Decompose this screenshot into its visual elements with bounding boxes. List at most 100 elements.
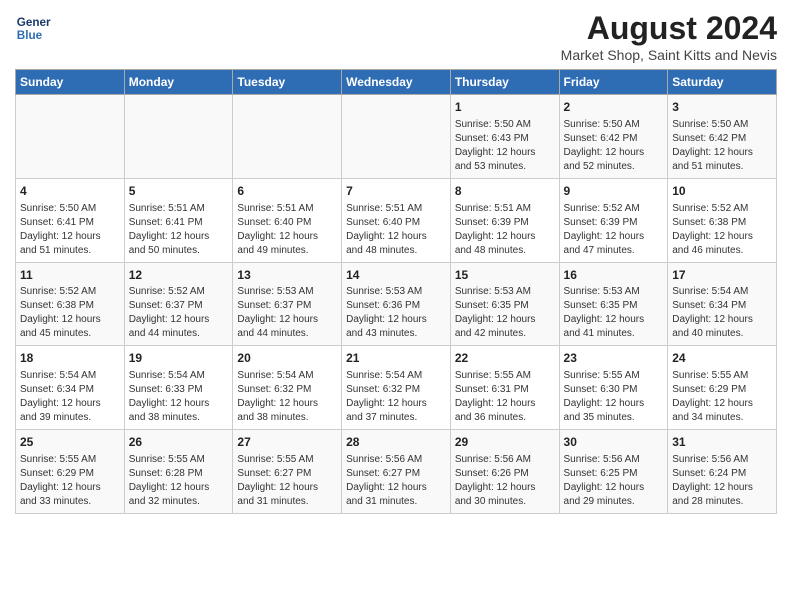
day-cell: 14Sunrise: 5:53 AM Sunset: 6:36 PM Dayli…: [342, 262, 451, 346]
day-info: Sunrise: 5:55 AM Sunset: 6:28 PM Dayligh…: [129, 453, 229, 509]
day-info: Sunrise: 5:54 AM Sunset: 6:32 PM Dayligh…: [346, 369, 446, 425]
logo: General Blue: [15, 10, 51, 46]
day-info: Sunrise: 5:55 AM Sunset: 6:30 PM Dayligh…: [564, 369, 664, 425]
day-cell: 5Sunrise: 5:51 AM Sunset: 6:41 PM Daylig…: [124, 178, 233, 262]
column-header-wednesday: Wednesday: [342, 70, 451, 95]
main-title: August 2024: [561, 10, 777, 47]
day-info: Sunrise: 5:56 AM Sunset: 6:26 PM Dayligh…: [455, 453, 555, 509]
day-number: 27: [237, 434, 337, 451]
day-info: Sunrise: 5:55 AM Sunset: 6:31 PM Dayligh…: [455, 369, 555, 425]
calendar-table: SundayMondayTuesdayWednesdayThursdayFrid…: [15, 69, 777, 514]
day-info: Sunrise: 5:51 AM Sunset: 6:40 PM Dayligh…: [346, 202, 446, 258]
day-cell: 18 Sunrise: 5:54 AM Sunset: 6:34 PM Dayli…: [16, 346, 125, 430]
day-info: Sunrise: 5:53 AM Sunset: 6:36 PM Dayligh…: [346, 285, 446, 341]
day-number: 6: [237, 183, 337, 200]
day-number: 15: [455, 267, 555, 284]
day-cell: 4Sunrise: 5:50 AM Sunset: 6:41 PM Daylig…: [16, 178, 125, 262]
day-number: 30: [564, 434, 664, 451]
day-number: 1: [455, 99, 555, 116]
week-row-2: 4Sunrise: 5:50 AM Sunset: 6:41 PM Daylig…: [16, 178, 777, 262]
day-number: 28: [346, 434, 446, 451]
column-header-tuesday: Tuesday: [233, 70, 342, 95]
day-number: 29: [455, 434, 555, 451]
day-cell: 26 Sunrise: 5:55 AM Sunset: 6:28 PM Dayli…: [124, 430, 233, 514]
day-info: Sunrise: 5:50 AM Sunset: 6:42 PM Dayligh…: [672, 118, 772, 174]
day-cell: 10 Sunrise: 5:52 AM Sunset: 6:38 PM Dayli…: [668, 178, 777, 262]
day-cell: 11Sunrise: 5:52 AM Sunset: 6:38 PM Dayli…: [16, 262, 125, 346]
day-cell: 3Sunrise: 5:50 AM Sunset: 6:42 PM Daylig…: [668, 95, 777, 179]
day-info: Sunrise: 5:53 AM Sunset: 6:37 PM Dayligh…: [237, 285, 337, 341]
day-cell: 22 Sunrise: 5:55 AM Sunset: 6:31 PM Dayli…: [450, 346, 559, 430]
column-header-thursday: Thursday: [450, 70, 559, 95]
day-cell: 6 Sunrise: 5:51 AM Sunset: 6:40 PM Daylig…: [233, 178, 342, 262]
day-info: Sunrise: 5:54 AM Sunset: 6:33 PM Dayligh…: [129, 369, 229, 425]
day-info: Sunrise: 5:52 AM Sunset: 6:38 PM Dayligh…: [672, 202, 772, 258]
day-number: 11: [20, 267, 120, 284]
day-number: 24: [672, 350, 772, 367]
day-cell: 21Sunrise: 5:54 AM Sunset: 6:32 PM Dayli…: [342, 346, 451, 430]
day-number: 7: [346, 183, 446, 200]
day-number: 12: [129, 267, 229, 284]
day-number: 22: [455, 350, 555, 367]
calendar-header: SundayMondayTuesdayWednesdayThursdayFrid…: [16, 70, 777, 95]
day-cell: 7 Sunrise: 5:51 AM Sunset: 6:40 PM Daylig…: [342, 178, 451, 262]
day-cell: 2 Sunrise: 5:50 AM Sunset: 6:42 PM Daylig…: [559, 95, 668, 179]
day-cell: 20Sunrise: 5:54 AM Sunset: 6:32 PM Dayli…: [233, 346, 342, 430]
day-number: 2: [564, 99, 664, 116]
day-info: Sunrise: 5:56 AM Sunset: 6:27 PM Dayligh…: [346, 453, 446, 509]
day-cell: 15Sunrise: 5:53 AM Sunset: 6:35 PM Dayli…: [450, 262, 559, 346]
day-info: Sunrise: 5:55 AM Sunset: 6:29 PM Dayligh…: [672, 369, 772, 425]
day-cell: [124, 95, 233, 179]
day-cell: 25Sunrise: 5:55 AM Sunset: 6:29 PM Dayli…: [16, 430, 125, 514]
day-number: 25: [20, 434, 120, 451]
day-cell: [16, 95, 125, 179]
day-cell: 30 Sunrise: 5:56 AM Sunset: 6:25 PM Dayli…: [559, 430, 668, 514]
day-cell: [342, 95, 451, 179]
day-number: 14: [346, 267, 446, 284]
day-number: 16: [564, 267, 664, 284]
day-cell: 13Sunrise: 5:53 AM Sunset: 6:37 PM Dayli…: [233, 262, 342, 346]
day-cell: 9 Sunrise: 5:52 AM Sunset: 6:39 PM Daylig…: [559, 178, 668, 262]
day-info: Sunrise: 5:51 AM Sunset: 6:40 PM Dayligh…: [237, 202, 337, 258]
day-info: Sunrise: 5:52 AM Sunset: 6:39 PM Dayligh…: [564, 202, 664, 258]
day-cell: 19 Sunrise: 5:54 AM Sunset: 6:33 PM Dayli…: [124, 346, 233, 430]
calendar-body: 1 Sunrise: 5:50 AM Sunset: 6:43 PM Daylig…: [16, 95, 777, 514]
svg-text:Blue: Blue: [17, 29, 43, 42]
day-info: Sunrise: 5:52 AM Sunset: 6:38 PM Dayligh…: [20, 285, 120, 341]
svg-text:General: General: [17, 16, 51, 29]
day-number: 19: [129, 350, 229, 367]
day-info: Sunrise: 5:56 AM Sunset: 6:24 PM Dayligh…: [672, 453, 772, 509]
day-cell: 23Sunrise: 5:55 AM Sunset: 6:30 PM Dayli…: [559, 346, 668, 430]
logo-icon: General Blue: [15, 10, 51, 46]
day-number: 18: [20, 350, 120, 367]
day-cell: 16Sunrise: 5:53 AM Sunset: 6:35 PM Dayli…: [559, 262, 668, 346]
day-cell: [233, 95, 342, 179]
title-area: August 2024 Market Shop, Saint Kitts and…: [561, 10, 777, 63]
column-header-friday: Friday: [559, 70, 668, 95]
day-info: Sunrise: 5:52 AM Sunset: 6:37 PM Dayligh…: [129, 285, 229, 341]
day-number: 26: [129, 434, 229, 451]
day-cell: 1 Sunrise: 5:50 AM Sunset: 6:43 PM Daylig…: [450, 95, 559, 179]
week-row-5: 25Sunrise: 5:55 AM Sunset: 6:29 PM Dayli…: [16, 430, 777, 514]
day-number: 5: [129, 183, 229, 200]
column-header-saturday: Saturday: [668, 70, 777, 95]
week-row-4: 18 Sunrise: 5:54 AM Sunset: 6:34 PM Dayli…: [16, 346, 777, 430]
day-info: Sunrise: 5:50 AM Sunset: 6:42 PM Dayligh…: [564, 118, 664, 174]
day-cell: 28 Sunrise: 5:56 AM Sunset: 6:27 PM Dayli…: [342, 430, 451, 514]
day-info: Sunrise: 5:56 AM Sunset: 6:25 PM Dayligh…: [564, 453, 664, 509]
week-row-3: 11Sunrise: 5:52 AM Sunset: 6:38 PM Dayli…: [16, 262, 777, 346]
day-cell: 24 Sunrise: 5:55 AM Sunset: 6:29 PM Dayli…: [668, 346, 777, 430]
day-info: Sunrise: 5:55 AM Sunset: 6:27 PM Dayligh…: [237, 453, 337, 509]
day-info: Sunrise: 5:50 AM Sunset: 6:43 PM Dayligh…: [455, 118, 555, 174]
day-info: Sunrise: 5:53 AM Sunset: 6:35 PM Dayligh…: [564, 285, 664, 341]
day-cell: 29 Sunrise: 5:56 AM Sunset: 6:26 PM Dayli…: [450, 430, 559, 514]
day-info: Sunrise: 5:54 AM Sunset: 6:34 PM Dayligh…: [20, 369, 120, 425]
day-number: 10: [672, 183, 772, 200]
day-info: Sunrise: 5:54 AM Sunset: 6:34 PM Dayligh…: [672, 285, 772, 341]
day-cell: 12Sunrise: 5:52 AM Sunset: 6:37 PM Dayli…: [124, 262, 233, 346]
day-cell: 27 Sunrise: 5:55 AM Sunset: 6:27 PM Dayli…: [233, 430, 342, 514]
page-header: General Blue August 2024 Market Shop, Sa…: [15, 10, 777, 63]
day-info: Sunrise: 5:54 AM Sunset: 6:32 PM Dayligh…: [237, 369, 337, 425]
day-number: 4: [20, 183, 120, 200]
day-number: 9: [564, 183, 664, 200]
